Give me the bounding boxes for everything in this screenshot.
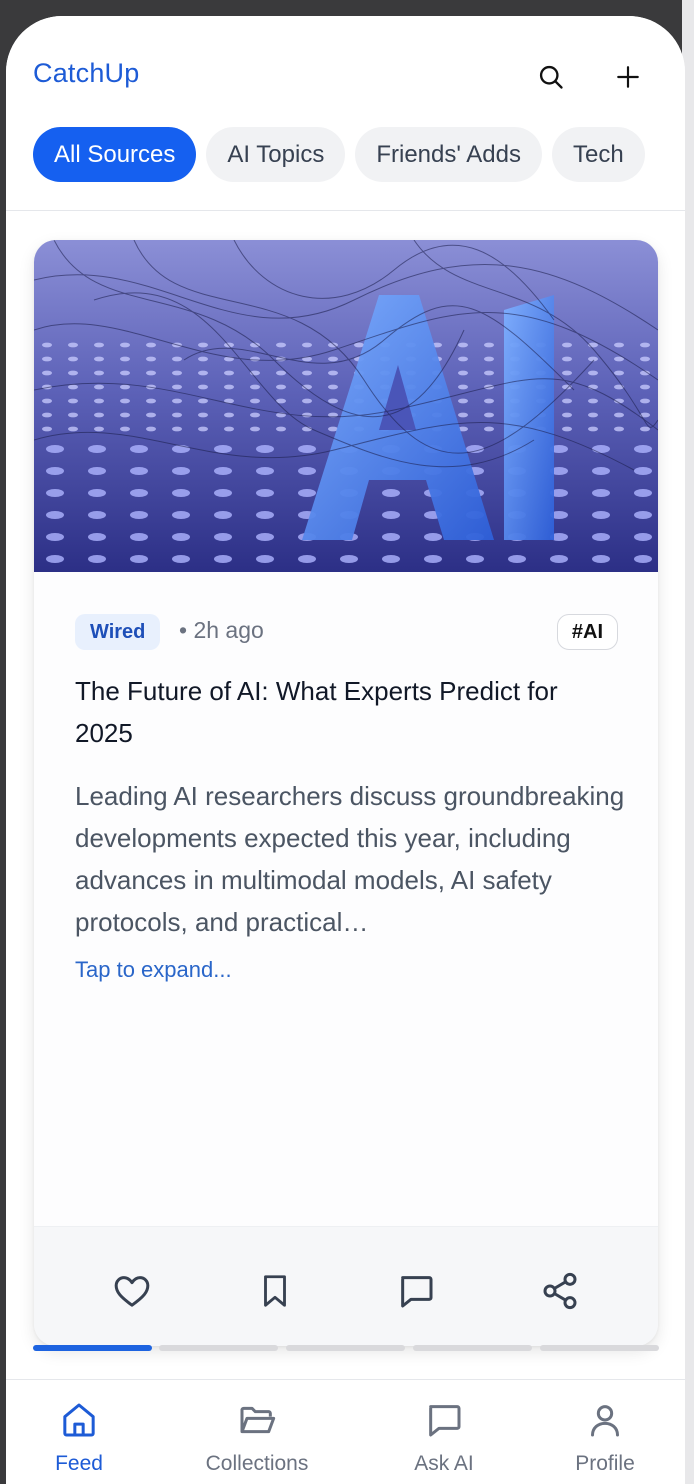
chip-tech[interactable]: Tech <box>551 127 645 182</box>
bottom-nav: Feed Collections Ask AI Profile <box>6 1379 685 1484</box>
bookmark-icon[interactable] <box>253 1269 297 1313</box>
chip-friends-adds[interactable]: Friends' Adds <box>355 127 542 182</box>
app-header: CatchUp All Sources AI Topics Friends' Add… <box>6 16 685 211</box>
article-image <box>34 240 658 572</box>
share-icon[interactable] <box>538 1269 582 1313</box>
nav-label: Profile <box>575 1452 635 1475</box>
folder-icon <box>240 1406 276 1434</box>
nav-feed[interactable]: Feed <box>46 1400 112 1480</box>
nav-label: Collections <box>205 1452 309 1475</box>
article-card[interactable]: Wired • 2h ago #AI The Future of AI: Wha… <box>34 240 658 1346</box>
chat-icon <box>429 1405 461 1437</box>
chip-all-sources[interactable]: All Sources <box>33 127 197 182</box>
plus-icon[interactable] <box>611 60 645 94</box>
progress-segment <box>33 1345 152 1351</box>
app-title: CatchUp <box>33 58 140 88</box>
article-actions <box>34 1226 658 1346</box>
home-icon <box>63 1403 95 1437</box>
search-icon[interactable] <box>534 60 568 94</box>
progress-segment <box>159 1345 278 1351</box>
nav-label: Ask AI <box>414 1452 474 1475</box>
nav-profile[interactable]: Profile <box>563 1400 647 1480</box>
progress-segment <box>286 1345 405 1351</box>
progress-segment <box>413 1345 532 1351</box>
expand-link[interactable]: Tap to expand... <box>75 957 232 983</box>
nav-collections[interactable]: Collections <box>192 1400 322 1480</box>
tag-badge[interactable]: #AI <box>556 614 618 650</box>
filter-chips: All Sources AI Topics Friends' Adds Tech <box>33 127 659 183</box>
article-meta: Wired • 2h ago #AI <box>75 614 618 652</box>
comment-icon[interactable] <box>394 1269 438 1313</box>
progress-segment <box>540 1345 659 1351</box>
app-screen: CatchUp All Sources AI Topics Friends' Add… <box>6 16 685 1484</box>
chip-ai-topics[interactable]: AI Topics <box>206 127 346 182</box>
article-summary: Leading AI researchers discuss groundbre… <box>75 781 625 937</box>
nav-label: Feed <box>55 1452 103 1475</box>
user-icon <box>591 1405 619 1437</box>
nav-ask-ai[interactable]: Ask AI <box>399 1400 489 1480</box>
source-badge[interactable]: Wired <box>75 614 161 650</box>
post-time: • 2h ago <box>179 617 264 643</box>
feed-progress <box>33 1345 659 1351</box>
heart-icon[interactable] <box>110 1269 154 1313</box>
article-title: The Future of AI: What Experts Predict f… <box>75 676 558 748</box>
